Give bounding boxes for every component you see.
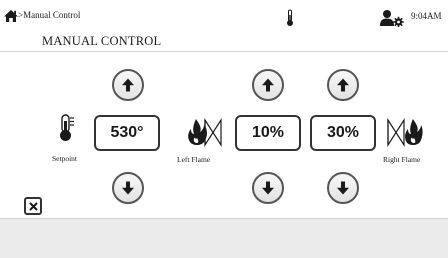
arrow-up-icon bbox=[122, 78, 134, 92]
setpoint-label: Setpoint bbox=[52, 154, 78, 163]
breadcrumb[interactable]: >Manual Control bbox=[18, 10, 80, 21]
setpoint-up-button[interactable] bbox=[112, 69, 144, 101]
arrow-up-icon bbox=[262, 78, 274, 92]
setpoint-down-button[interactable] bbox=[112, 172, 144, 204]
clock: 9:04AM bbox=[411, 11, 442, 21]
left-flame-up-button[interactable] bbox=[252, 69, 284, 101]
manual-control-screen: >Manual Control MANUAL CONTROL 9:04AM 53… bbox=[0, 0, 448, 258]
right-flame-value[interactable]: 30% bbox=[310, 115, 376, 151]
close-button[interactable] bbox=[24, 197, 42, 215]
thermometer-status-icon bbox=[287, 9, 293, 26]
right-flame-down-button[interactable] bbox=[327, 172, 359, 204]
arrow-down-icon bbox=[122, 181, 134, 195]
arrow-up-icon bbox=[337, 78, 349, 92]
page-title: MANUAL CONTROL bbox=[42, 34, 162, 48]
right-flame-label: Right Flame bbox=[383, 155, 421, 164]
footer-panel bbox=[0, 219, 448, 258]
header-bar: >Manual Control MANUAL CONTROL 9:04AM bbox=[0, 0, 448, 52]
setpoint-value[interactable]: 530° bbox=[94, 115, 160, 151]
close-icon bbox=[28, 201, 38, 211]
arrow-down-icon bbox=[262, 181, 274, 195]
right-flame-valve-icon bbox=[387, 117, 423, 148]
arrow-down-icon bbox=[337, 181, 349, 195]
left-flame-valve-icon bbox=[188, 117, 222, 148]
right-flame-up-button[interactable] bbox=[327, 69, 359, 101]
left-flame-value[interactable]: 10% bbox=[235, 115, 301, 151]
left-flame-label: Left Flame bbox=[177, 155, 211, 164]
user-settings-icon[interactable] bbox=[380, 9, 404, 27]
left-flame-down-button[interactable] bbox=[252, 172, 284, 204]
thermometer-icon bbox=[60, 114, 74, 141]
home-icon[interactable] bbox=[3, 9, 19, 23]
